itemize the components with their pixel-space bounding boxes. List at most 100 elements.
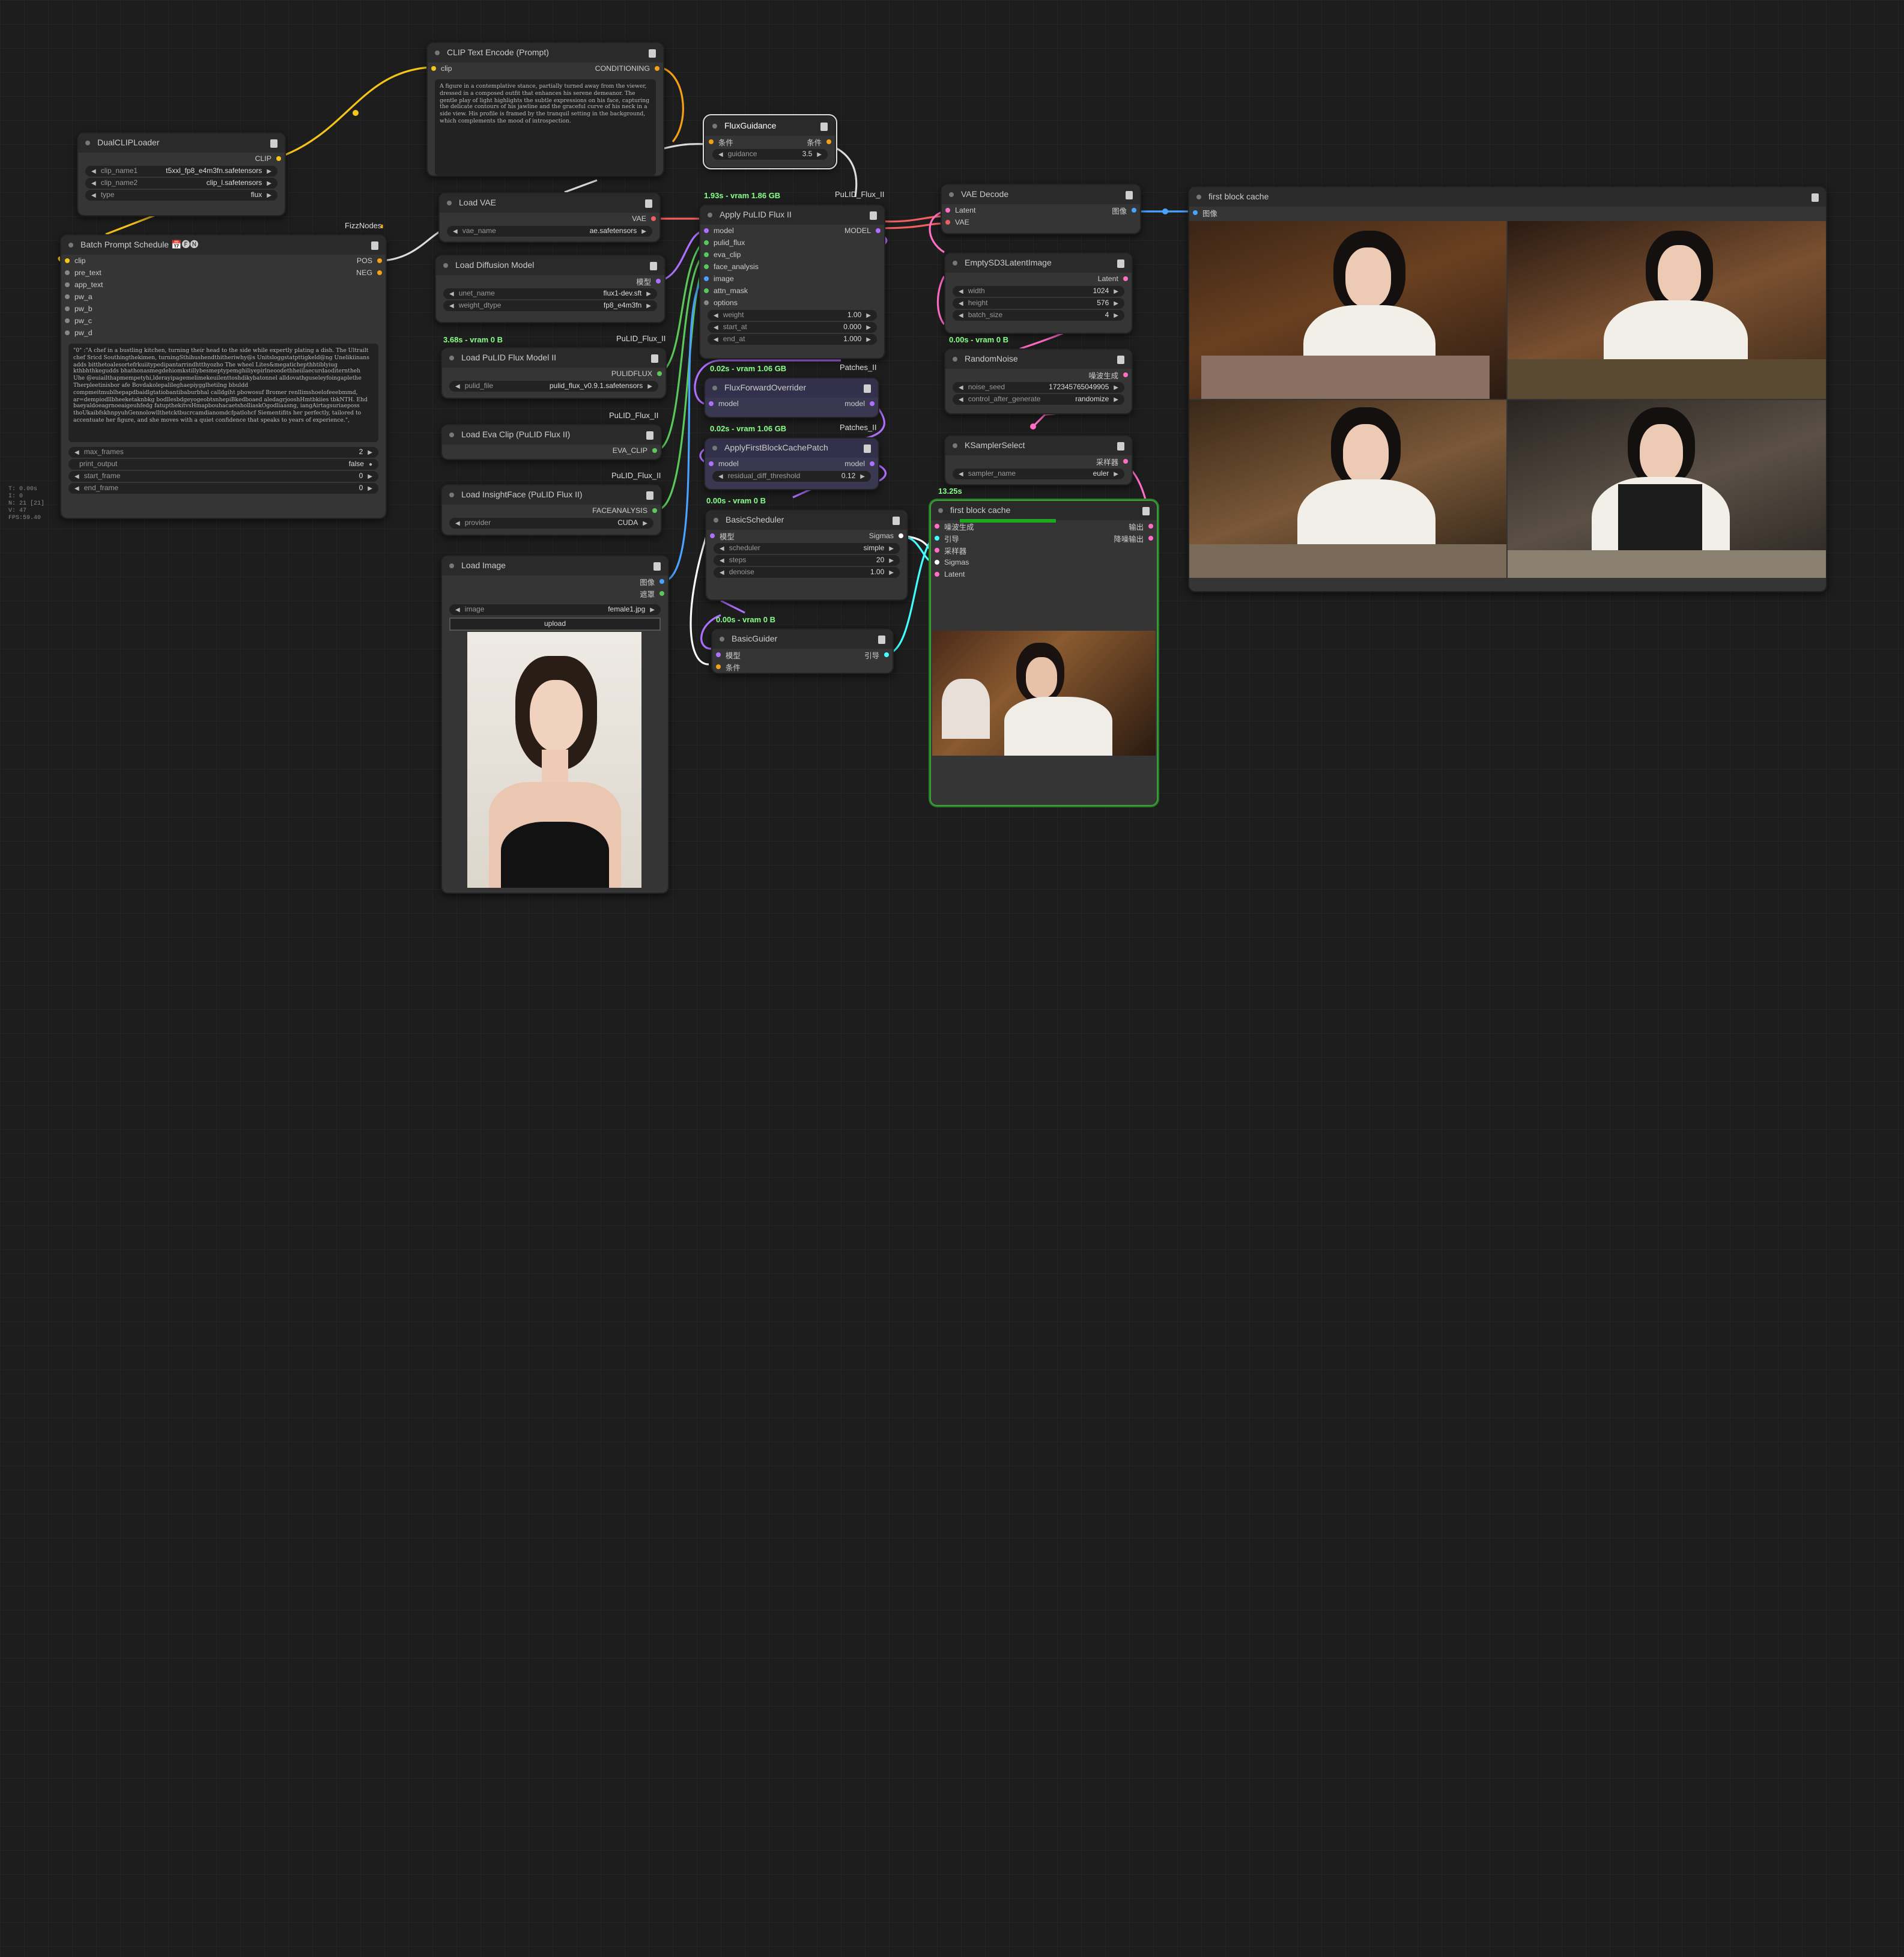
vae-name-widget[interactable]: ◀ vae_name ae.safetensors ▶ bbox=[447, 226, 652, 237]
end-frame-widget[interactable]: ◀ end_frame 0 ▶ bbox=[68, 483, 378, 494]
node-clip-text-encode[interactable]: CLIP Text Encode (Prompt) clip CONDITIONI… bbox=[426, 42, 664, 177]
node-load-diffusion-model[interactable]: Load Diffusion Model 模型 ◀ unet_name flux1-… bbox=[435, 255, 665, 323]
steps-widget[interactable]: ◀ steps 20 ▶ bbox=[714, 555, 900, 566]
image-input-socket[interactable] bbox=[1193, 210, 1198, 215]
control-after-generate-widget[interactable]: ◀ control_after_generate randomize ▶ bbox=[953, 394, 1124, 405]
input-socket[interactable] bbox=[704, 240, 709, 245]
node-load-pulid-flux-model[interactable]: Load PuLID Flux Model II PULIDFLUX ◀ puli… bbox=[441, 347, 667, 399]
clip-name2-widget[interactable]: ◀ clip_name2 clip_l.safetensors ▶ bbox=[85, 178, 277, 189]
model-input-socket[interactable] bbox=[709, 401, 714, 406]
weight-dtype-widget[interactable]: ◀ weight_dtype fp8_e4m3fn ▶ bbox=[443, 300, 657, 311]
input-socket[interactable] bbox=[704, 252, 709, 257]
eva-clip-output-socket[interactable] bbox=[652, 448, 657, 453]
node-empty-sd3-latent-image[interactable]: EmptySD3LatentImage Latent ◀ width 1024 ▶ ◀… bbox=[944, 252, 1133, 334]
input-socket[interactable] bbox=[65, 294, 70, 299]
image-select-widget[interactable]: ◀ image female1.jpg ▶ bbox=[449, 604, 661, 615]
node-dualcliploader[interactable]: DualCLIPLoader CLIP ◀ clip_name1 t5xxl_fp8… bbox=[77, 132, 286, 216]
clip-output-socket[interactable] bbox=[276, 156, 281, 161]
latent-input-socket[interactable] bbox=[935, 572, 939, 577]
start-at-widget[interactable]: ◀ start_at 0.000 ▶ bbox=[708, 322, 877, 333]
denoise-widget[interactable]: ◀ denoise 1.00 ▶ bbox=[714, 567, 900, 578]
input-socket[interactable] bbox=[65, 306, 70, 311]
input-socket[interactable] bbox=[65, 330, 70, 335]
node-basic-scheduler[interactable]: BasicScheduler 模型 Sigmas ◀ scheduler simple… bbox=[705, 509, 908, 601]
node-flux-guidance[interactable]: FluxGuidance 条件 条件 ◀ guidance 3.5 ▶ bbox=[703, 114, 837, 169]
conditioning-input-socket[interactable] bbox=[716, 664, 721, 669]
max-frames-widget[interactable]: ◀ max_frames 2 ▶ bbox=[68, 447, 378, 458]
sampler-output-socket[interactable] bbox=[1123, 459, 1128, 464]
input-socket[interactable] bbox=[65, 318, 70, 323]
noise-seed-widget[interactable]: ◀ noise_seed 172345765049905 ▶ bbox=[953, 382, 1124, 393]
node-random-noise[interactable]: RandomNoise 噪波生成 ◀ noise_seed 172345765049… bbox=[944, 348, 1133, 414]
sampler-name-widget[interactable]: ◀ sampler_name euler ▶ bbox=[953, 469, 1124, 479]
conditioning-output-socket[interactable] bbox=[655, 66, 659, 71]
print-output-toggle[interactable]: print_output false ● bbox=[68, 459, 378, 470]
noise-output-socket[interactable] bbox=[1123, 372, 1128, 377]
batch-size-widget[interactable]: ◀ batch_size 4 ▶ bbox=[953, 310, 1124, 321]
input-socket[interactable] bbox=[65, 282, 70, 287]
guider-output-socket[interactable] bbox=[884, 652, 889, 657]
upload-button[interactable]: upload bbox=[449, 617, 661, 631]
sampler-input-socket[interactable] bbox=[935, 548, 939, 553]
input-socket[interactable] bbox=[65, 270, 70, 275]
pulid-file-widget[interactable]: ◀ pulid_file pulid_flux_v0.9.1.safetensors… bbox=[449, 381, 658, 392]
node-apply-first-block-cache-patch[interactable]: ApplyFirstBlockCachePatch model model ◀ re… bbox=[704, 437, 879, 490]
image-output-socket[interactable] bbox=[1132, 208, 1136, 213]
sigmas-output-socket[interactable] bbox=[899, 533, 903, 538]
latent-output-socket[interactable] bbox=[1123, 276, 1128, 281]
model-output-socket[interactable] bbox=[870, 401, 875, 406]
node-ksampler-select[interactable]: KSamplerSelect 采样器 ◀ sampler_name euler ▶ bbox=[944, 435, 1133, 485]
width-widget[interactable]: ◀ width 1024 ▶ bbox=[953, 286, 1124, 297]
start-frame-widget[interactable]: ◀ start_frame 0 ▶ bbox=[68, 471, 378, 482]
node-first-block-cache-preview[interactable]: first block cache 图像 bbox=[1188, 186, 1827, 592]
clip-input-socket[interactable] bbox=[431, 66, 436, 71]
end-at-widget[interactable]: ◀ end_at 1.000 ▶ bbox=[708, 334, 877, 345]
residual-diff-threshold-widget[interactable]: ◀ residual_diff_threshold 0.12 ▶ bbox=[712, 471, 871, 482]
type-widget[interactable]: ◀ type flux ▶ bbox=[85, 190, 277, 201]
unet-name-widget[interactable]: ◀ unet_name flux1-dev.sft ▶ bbox=[443, 288, 657, 299]
node-load-eva-clip[interactable]: Load Eva Clip (PuLID Flux II) EVA_CLIP bbox=[441, 424, 662, 460]
conditioning-output-socket[interactable] bbox=[826, 139, 831, 144]
clip-input-socket[interactable] bbox=[65, 258, 70, 263]
node-first-block-cache-sampler[interactable]: first block cache 噪波生成 输出 引导 降噪输出 采样器 Sigm… bbox=[930, 500, 1158, 806]
node-basic-guider[interactable]: BasicGuider 模型 引导 条件 bbox=[711, 628, 894, 674]
schedule-textarea[interactable]: "0" :"A chef in a bustling kitchen, turn… bbox=[68, 344, 378, 442]
output-socket[interactable] bbox=[1148, 524, 1153, 529]
node-flux-forward-overrider[interactable]: FluxForwardOverrider model model bbox=[704, 377, 879, 418]
guidance-widget[interactable]: ◀ guidance 3.5 ▶ bbox=[712, 149, 828, 160]
model-output-socket[interactable] bbox=[656, 279, 661, 284]
scheduler-widget[interactable]: ◀ scheduler simple ▶ bbox=[714, 543, 900, 554]
model-input-socket[interactable] bbox=[709, 461, 714, 466]
node-apply-pulid-flux[interactable]: Apply PuLID Flux II model MODEL pulid_flu… bbox=[699, 204, 885, 359]
input-socket[interactable] bbox=[704, 264, 709, 269]
prompt-textarea[interactable]: A figure in a contemplative stance, part… bbox=[435, 79, 656, 175]
pos-output-socket[interactable] bbox=[377, 258, 382, 263]
node-load-vae[interactable]: Load VAE VAE ◀ vae_name ae.safetensors ▶ bbox=[438, 192, 661, 243]
model-output-socket[interactable] bbox=[870, 461, 875, 466]
pulidflux-output-socket[interactable] bbox=[657, 371, 662, 376]
vae-output-socket[interactable] bbox=[651, 216, 656, 221]
denoised-output-socket[interactable] bbox=[1148, 536, 1153, 541]
model-input-socket[interactable] bbox=[704, 228, 709, 233]
model-input-socket[interactable] bbox=[716, 652, 721, 657]
noise-input-socket[interactable] bbox=[935, 524, 939, 529]
clip-name1-widget[interactable]: ◀ clip_name1 t5xxl_fp8_e4m3fn.safetensors ▶ bbox=[85, 166, 277, 177]
weight-widget[interactable]: ◀ weight 1.00 ▶ bbox=[708, 310, 877, 321]
node-load-insightface[interactable]: Load InsightFace (PuLID Flux II) FACEANA… bbox=[441, 484, 662, 536]
faceanalysis-output-socket[interactable] bbox=[652, 508, 657, 513]
mask-output-socket[interactable] bbox=[659, 591, 664, 596]
neg-output-socket[interactable] bbox=[377, 270, 382, 275]
conditioning-input-socket[interactable] bbox=[709, 139, 714, 144]
node-load-image[interactable]: Load Image 图像 遮罩 ◀ image female1.jpg ▶ uplo… bbox=[441, 555, 669, 894]
input-socket[interactable] bbox=[704, 288, 709, 293]
input-socket[interactable] bbox=[704, 300, 709, 305]
provider-widget[interactable]: ◀ provider CUDA ▶ bbox=[449, 518, 653, 529]
model-input-socket[interactable] bbox=[710, 533, 715, 538]
node-batch-prompt-schedule[interactable]: Batch Prompt Schedule 📅🅕🅝 clip POS pre_te… bbox=[60, 234, 387, 519]
guider-input-socket[interactable] bbox=[935, 536, 939, 541]
model-output-socket[interactable] bbox=[876, 228, 881, 233]
node-vae-decode[interactable]: VAE Decode Latent 图像 VAE bbox=[941, 184, 1141, 234]
input-socket[interactable] bbox=[704, 276, 709, 281]
image-output-socket[interactable] bbox=[659, 579, 664, 584]
height-widget[interactable]: ◀ height 576 ▶ bbox=[953, 298, 1124, 309]
